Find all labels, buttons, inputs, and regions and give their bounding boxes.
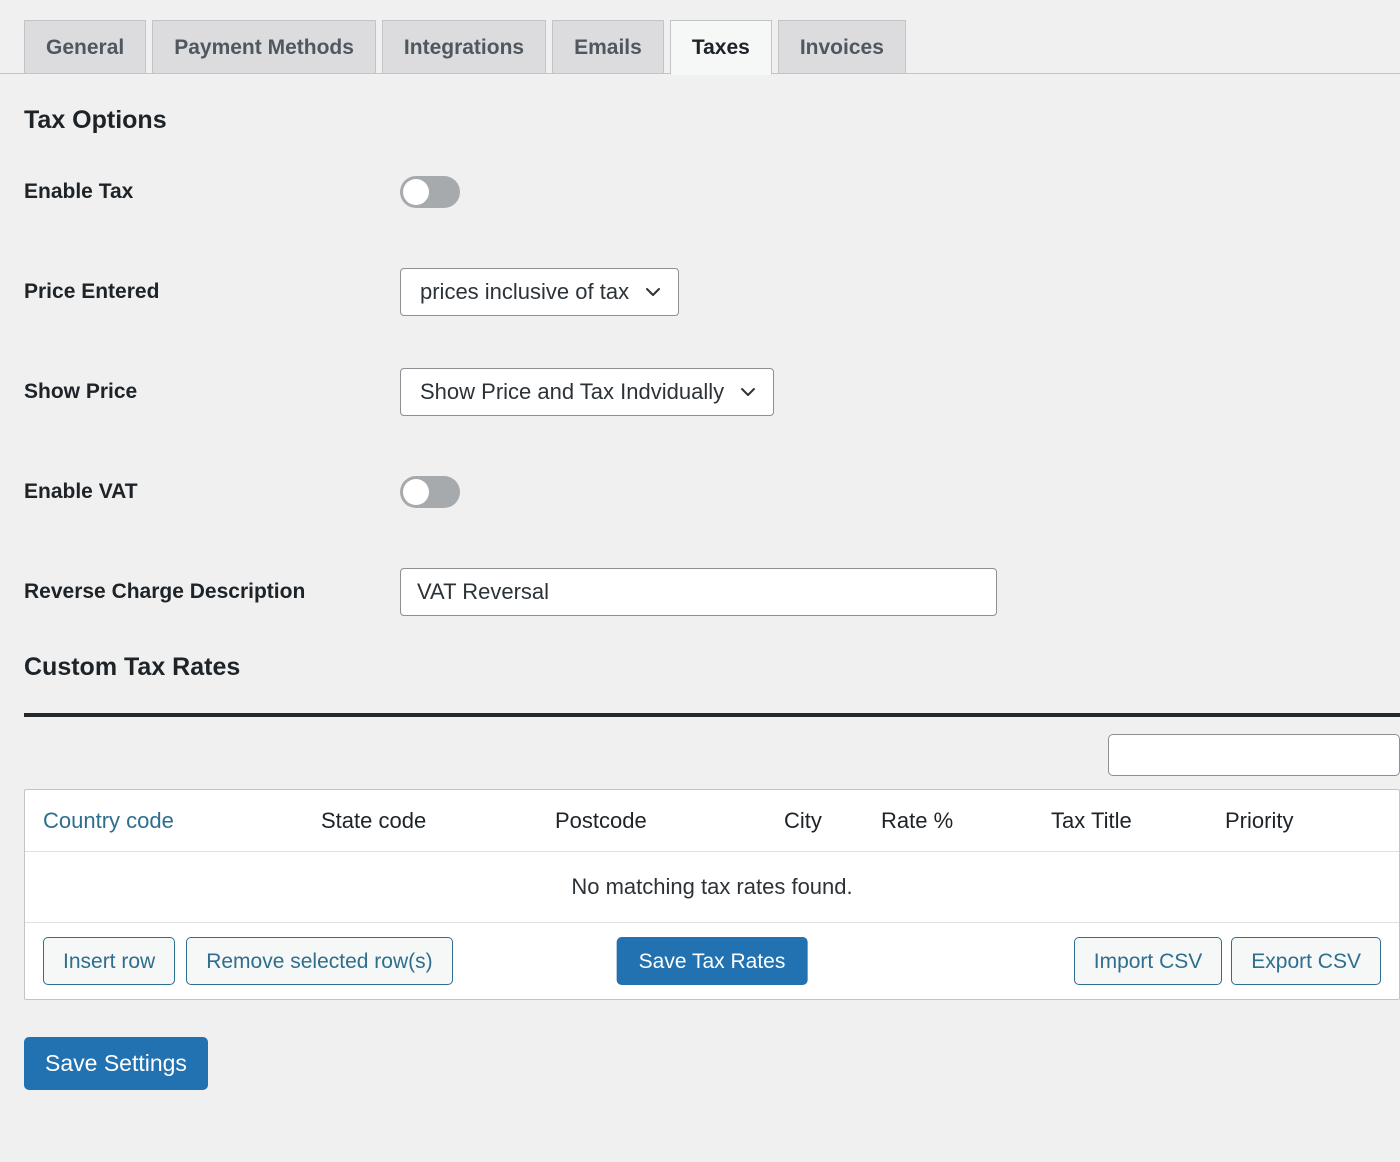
import-csv-button[interactable]: Import CSV [1073,937,1223,985]
reverse-charge-description-input[interactable] [400,568,997,616]
page-footer: Save Settings [0,1000,1400,1090]
column-header-priority[interactable]: Priority [1225,808,1381,834]
price-entered-select[interactable]: prices inclusive of tax [400,268,680,316]
show-price-label: Show Price [24,380,138,404]
tax-rates-toolbar [24,717,1400,789]
column-header-tax-title[interactable]: Tax Title [1051,808,1225,834]
field-row-show-price: Show Price Show Price and Tax Indviduall… [24,367,1400,417]
reverse-charge-description-label: Reverse Charge Description [24,580,306,604]
custom-tax-rates-section: Country code State code Postcode City Ra… [0,717,1400,1000]
show-price-selected-value: Show Price and Tax Indvidually [420,379,725,404]
enable-tax-toggle[interactable] [400,176,460,208]
tab-integrations[interactable]: Integrations [381,20,547,74]
enable-vat-control [400,476,1400,508]
tab-general[interactable]: General [24,20,147,74]
chevron-down-icon [740,384,756,400]
enable-tax-control [400,176,1400,208]
field-row-enable-vat: Enable VAT [24,467,1400,517]
insert-row-button[interactable]: Insert row [43,937,176,985]
column-header-state-code[interactable]: State code [321,808,555,834]
enable-tax-label: Enable Tax [24,180,134,204]
show-price-control: Show Price and Tax Indvidually [400,368,1400,416]
custom-tax-rates-heading: Custom Tax Rates [24,653,241,681]
column-header-city[interactable]: City [784,808,881,834]
enable-vat-label: Enable VAT [24,480,138,504]
tab-payment-methods[interactable]: Payment Methods [152,20,376,74]
price-entered-control: prices inclusive of tax [400,268,1400,316]
tax-rates-row-actions: Insert row Remove selected row(s) [43,937,453,985]
tab-invoices[interactable]: Invoices [777,20,906,74]
chevron-down-icon [645,284,661,300]
tax-rates-table: Country code State code Postcode City Ra… [24,789,1400,1000]
tax-options-heading: Tax Options [24,106,167,134]
price-entered-label: Price Entered [24,280,160,304]
tax-rates-table-header: Country code State code Postcode City Ra… [25,790,1399,852]
tax-rates-search-input[interactable] [1108,734,1400,776]
column-header-postcode[interactable]: Postcode [555,808,784,834]
column-header-rate-percent[interactable]: Rate % [881,808,1051,834]
save-settings-button[interactable]: Save Settings [24,1037,208,1090]
save-tax-rates-button[interactable]: Save Tax Rates [616,937,808,985]
reverse-charge-description-control [400,568,1400,616]
price-entered-selected-value: prices inclusive of tax [420,279,630,304]
field-row-reverse-charge-description: Reverse Charge Description [24,567,1400,617]
tax-rates-empty-message: No matching tax rates found. [25,852,1399,923]
field-row-enable-tax: Enable Tax [24,167,1400,217]
export-csv-button[interactable]: Export CSV [1231,937,1381,985]
column-header-country-code[interactable]: Country code [43,808,321,834]
tab-taxes[interactable]: Taxes [669,20,772,75]
tax-rates-action-bar: Insert row Remove selected row(s) Save T… [25,923,1399,999]
field-row-price-entered: Price Entered prices inclusive of tax [24,267,1400,317]
enable-vat-toggle[interactable] [400,476,460,508]
tab-emails[interactable]: Emails [552,20,664,74]
show-price-select[interactable]: Show Price and Tax Indvidually [400,368,775,416]
remove-selected-rows-button[interactable]: Remove selected row(s) [186,937,453,985]
toggle-knob-icon [403,479,429,505]
tax-options-form: Enable Tax Price Entered prices inclusiv… [0,133,1400,617]
tax-rates-save-wrap: Save Tax Rates [616,937,808,985]
settings-tab-strip: General Payment Methods Integrations Ema… [0,0,1400,75]
toggle-knob-icon [403,179,429,205]
tax-rates-csv-actions: Import CSV Export CSV [1073,937,1381,985]
